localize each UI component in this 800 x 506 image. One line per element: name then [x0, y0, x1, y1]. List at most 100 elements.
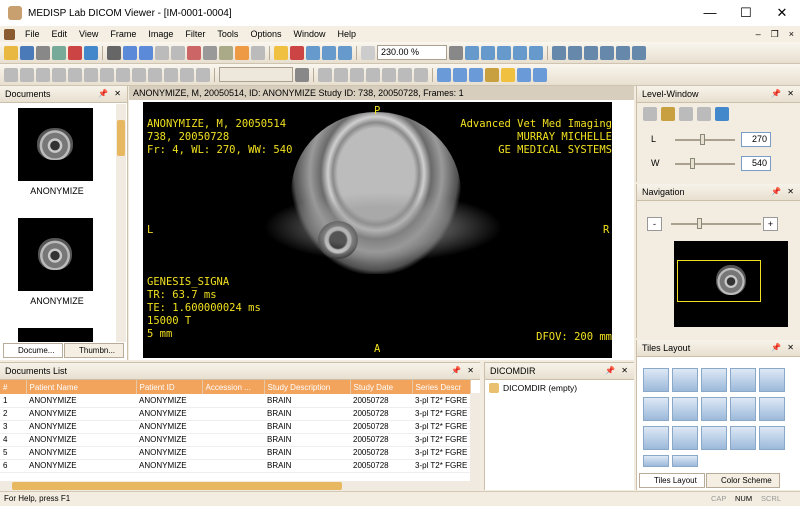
level-input[interactable]: 270 — [741, 132, 771, 147]
pin-icon[interactable]: 📌 — [605, 366, 615, 375]
align-right-icon[interactable] — [584, 45, 598, 60]
layout-icon[interactable] — [123, 45, 137, 60]
documents-scrollbar[interactable] — [116, 104, 126, 342]
first-frame-icon[interactable] — [4, 67, 18, 82]
zoom-in-icon[interactable] — [322, 45, 336, 60]
palette-icon[interactable] — [485, 67, 499, 82]
menu-tools[interactable]: Tools — [211, 29, 244, 39]
align-top-icon[interactable] — [600, 45, 614, 60]
documents-list-vscrollbar[interactable] — [470, 393, 480, 481]
next-frame-icon[interactable] — [68, 67, 82, 82]
minimize-button[interactable]: — — [692, 0, 728, 26]
loop-icon[interactable] — [100, 67, 114, 82]
level-slider[interactable] — [675, 139, 735, 141]
tile-layout-4d[interactable] — [730, 426, 756, 450]
close-button[interactable]: ✕ — [764, 0, 800, 26]
nav-zoom-out-button[interactable]: - — [647, 217, 662, 231]
save-icon[interactable] — [20, 45, 34, 60]
tile-layout-1x2[interactable] — [672, 368, 698, 392]
zoom-out-icon[interactable] — [338, 45, 352, 60]
tile-layout-4b[interactable] — [672, 426, 698, 450]
tile-layout-3b[interactable] — [672, 397, 698, 421]
maximize-button[interactable]: ☐ — [728, 0, 764, 26]
column-header[interactable]: Study Description — [264, 380, 351, 394]
close-icon[interactable]: ✕ — [787, 187, 794, 196]
table-icon[interactable] — [453, 67, 467, 82]
hand-icon[interactable] — [274, 45, 288, 60]
dicomdir-item[interactable]: DICOMDIR (empty) — [485, 380, 634, 396]
tile-layout-2x2b[interactable] — [759, 368, 785, 392]
column-header[interactable]: Accession ... — [202, 380, 265, 394]
pin-icon[interactable]: 📌 — [98, 89, 108, 98]
tile-layout-3a[interactable] — [643, 397, 669, 421]
pointer-icon[interactable] — [643, 107, 657, 121]
annotation-icon[interactable] — [414, 67, 428, 82]
tile-layout-4c[interactable] — [701, 426, 727, 450]
rotate-icon[interactable] — [465, 45, 479, 60]
info-icon[interactable] — [437, 67, 451, 82]
arrow-icon[interactable] — [382, 67, 396, 82]
table-row[interactable]: 2 ANONYMIZE ANONYMIZE BRAIN 20050728 3-pl T2*… — [0, 407, 470, 421]
dicom-tags-icon[interactable] — [469, 67, 483, 82]
pen-icon[interactable] — [107, 45, 121, 60]
column-header[interactable]: Series Descr — [412, 380, 471, 394]
menu-window[interactable]: Window — [287, 29, 331, 39]
ellipse-icon[interactable] — [350, 67, 364, 82]
menu-filter[interactable]: Filter — [179, 29, 211, 39]
menu-file[interactable]: File — [19, 29, 46, 39]
table-row[interactable]: 5 ANONYMIZE ANONYMIZE BRAIN 20050728 3-pl T2*… — [0, 446, 470, 460]
help-icon[interactable] — [84, 45, 98, 60]
close-icon[interactable]: ✕ — [467, 366, 474, 375]
redo-icon[interactable] — [171, 45, 185, 60]
column-header[interactable]: Patient Name — [26, 380, 137, 394]
mdi-close-button[interactable]: × — [789, 26, 794, 42]
pin-icon[interactable]: 📌 — [451, 366, 461, 375]
menu-help[interactable]: Help — [331, 29, 362, 39]
navigation-viewport-rect[interactable] — [677, 260, 761, 302]
window-slider-thumb[interactable] — [690, 158, 695, 169]
delete-icon[interactable] — [235, 45, 249, 60]
rectangle-icon[interactable] — [366, 67, 380, 82]
record-icon[interactable] — [132, 67, 146, 82]
frame-combo[interactable] — [219, 67, 293, 82]
zoom-fit-icon[interactable] — [361, 45, 375, 60]
preset-icon[interactable] — [661, 107, 675, 121]
tile-layout-3d[interactable] — [730, 397, 756, 421]
undo-icon[interactable] — [679, 107, 693, 121]
flip-icon[interactable] — [481, 45, 495, 60]
copy-icon[interactable] — [203, 45, 217, 60]
table-row[interactable]: 4 ANONYMIZE ANONYMIZE BRAIN 20050728 3-pl T2*… — [0, 433, 470, 447]
tile-layout-3e[interactable] — [759, 397, 785, 421]
tab-tiles-layout[interactable]: Tiles Layout — [639, 473, 705, 488]
menu-image[interactable]: Image — [142, 29, 179, 39]
print-icon[interactable] — [36, 45, 50, 60]
mirror-icon[interactable] — [497, 45, 511, 60]
undo-icon[interactable] — [155, 45, 169, 60]
close-icon[interactable]: ✕ — [621, 366, 628, 375]
cut-icon[interactable] — [187, 45, 201, 60]
zoom-icon[interactable] — [306, 45, 320, 60]
navigation-preview[interactable] — [674, 241, 788, 327]
slice-icon[interactable] — [196, 67, 210, 82]
tab-documents[interactable]: Docume... — [3, 343, 63, 358]
menu-view[interactable]: View — [73, 29, 104, 39]
series-icon[interactable] — [164, 67, 178, 82]
column-header[interactable]: Study Date — [350, 380, 413, 394]
pin-icon[interactable]: 📌 — [771, 343, 781, 352]
print-preview-icon[interactable] — [52, 45, 66, 60]
tile-layout-3c[interactable] — [701, 397, 727, 421]
paste-icon[interactable] — [219, 45, 233, 60]
column-header[interactable]: # — [0, 380, 27, 394]
last-frame-icon[interactable] — [84, 67, 98, 82]
angle-icon[interactable] — [334, 67, 348, 82]
text-icon[interactable] — [398, 67, 412, 82]
thumbnail-3[interactable] — [18, 328, 93, 342]
align-bottom-icon[interactable] — [616, 45, 630, 60]
stop-icon[interactable] — [116, 67, 130, 82]
menu-frame[interactable]: Frame — [104, 29, 142, 39]
nav-zoom-slider[interactable] — [671, 223, 761, 225]
table-row[interactable]: 6 ANONYMIZE ANONYMIZE BRAIN 20050728 3-pl T2*… — [0, 459, 470, 473]
close-icon[interactable]: ✕ — [787, 89, 794, 98]
align-left-icon[interactable] — [552, 45, 566, 60]
pointer-icon[interactable] — [290, 45, 304, 60]
